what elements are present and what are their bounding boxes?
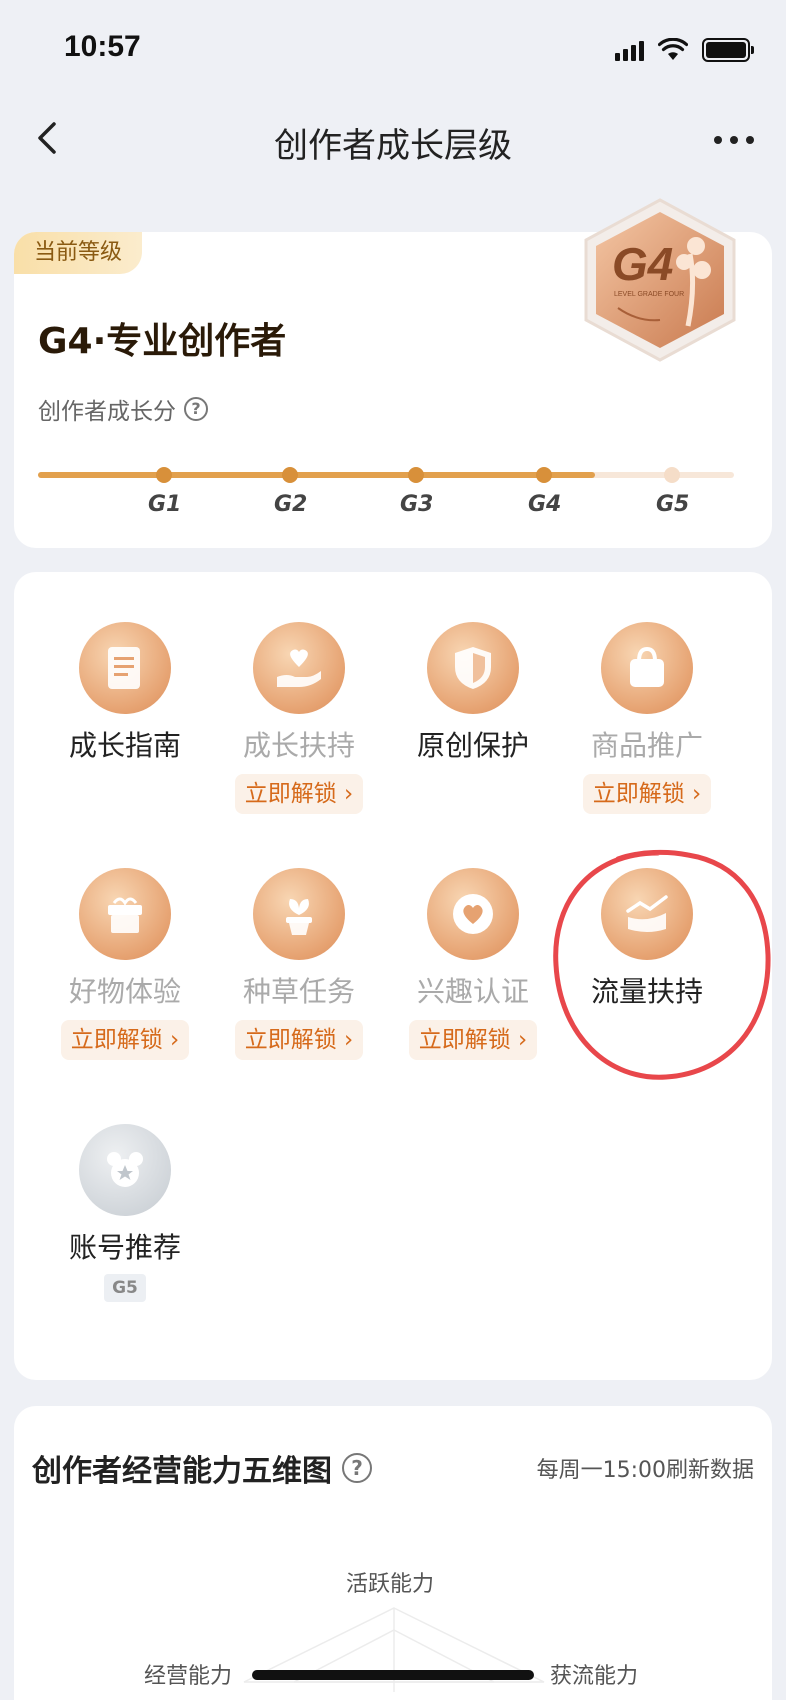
nav-bar: 创作者成长层级: [0, 100, 786, 180]
five-dimension-title: 创作者经营能力五维图 ?: [32, 1446, 372, 1490]
status-bar: 10:57: [0, 0, 786, 100]
level-tick-label: G1: [148, 492, 182, 517]
heart-badge-icon: [427, 868, 519, 960]
plant-pot-icon: [253, 868, 345, 960]
func-growth-guide[interactable]: 成长指南: [40, 622, 210, 764]
wifi-icon: [658, 38, 688, 60]
func-name: 账号推荐: [68, 1231, 181, 1264]
document-icon: [79, 622, 171, 714]
func-name: 成长扶持: [242, 729, 355, 762]
unlock-button[interactable]: 立即解锁 ›: [582, 774, 712, 814]
badge-sub-text: LEVEL GRADE FOUR: [614, 291, 684, 298]
level-tick-label: G4: [528, 492, 562, 517]
func-interest-certification[interactable]: 兴趣认证 立即解锁 ›: [388, 868, 558, 1060]
level-dot-g2: [282, 467, 298, 483]
status-time: 10:57: [64, 30, 141, 63]
level-badge-icon: G4 LEVEL GRADE FOUR: [584, 198, 736, 362]
help-icon[interactable]: ?: [184, 397, 208, 421]
func-product-promotion[interactable]: 商品推广 立即解锁 ›: [562, 622, 732, 814]
level-progress-fill: [38, 472, 595, 478]
level-dot-g3: [408, 467, 424, 483]
func-original-protection[interactable]: 原创保护: [388, 622, 558, 764]
cellular-signal-icon: [615, 39, 644, 61]
level-dot-g5: [664, 467, 680, 483]
level-tick-label: G2: [274, 492, 308, 517]
func-name: 好物体验: [68, 975, 181, 1008]
home-indicator: [252, 1670, 534, 1680]
required-level-tag: G5: [104, 1274, 146, 1302]
func-name: 原创保护: [416, 729, 529, 762]
growth-score-text: 创作者成长分: [38, 399, 176, 425]
shopping-bag-icon: [601, 622, 693, 714]
five-dimension-title-text: 创作者经营能力五维图: [32, 1454, 332, 1489]
level-title: G4·专业创作者: [38, 321, 287, 362]
growth-score-label: 创作者成长分 ?: [38, 392, 208, 426]
heart-hand-icon: [253, 622, 345, 714]
page-title: 创作者成长层级: [274, 126, 512, 166]
unlock-button[interactable]: 立即解锁 ›: [408, 1020, 538, 1060]
level-tick-label: G5: [656, 492, 690, 517]
five-dimension-card: 创作者经营能力五维图 ? 每周一15:00刷新数据 活跃能力 经营能力 获流能力: [14, 1406, 772, 1700]
func-name: 商品推广: [590, 729, 703, 762]
current-level-tag: 当前等级: [14, 232, 143, 274]
func-product-experience[interactable]: 好物体验 立即解锁 ›: [40, 868, 210, 1060]
func-account-recommendation[interactable]: 账号推荐 G5: [40, 1124, 210, 1302]
annotation-circle: [553, 849, 771, 1080]
help-icon[interactable]: ?: [342, 1453, 372, 1483]
func-name: 成长指南: [68, 729, 181, 762]
more-options-icon[interactable]: [714, 136, 754, 144]
unlock-button[interactable]: 立即解锁 ›: [234, 1020, 364, 1060]
level-tick-label: G3: [400, 492, 434, 517]
unlock-button[interactable]: 立即解锁 ›: [234, 774, 364, 814]
status-icons: [615, 38, 754, 62]
unlock-button[interactable]: 立即解锁 ›: [60, 1020, 190, 1060]
func-name: 种草任务: [242, 975, 355, 1008]
shield-icon: [427, 622, 519, 714]
refresh-note: 每周一15:00刷新数据: [536, 1458, 754, 1483]
badge-grade-text: G4: [612, 238, 673, 290]
level-dot-g1: [156, 467, 172, 483]
func-seeding-task[interactable]: 种草任务 立即解锁 ›: [214, 868, 384, 1060]
level-progress-bar: G1 G2 G3 G4 G5: [38, 467, 734, 517]
func-growth-support[interactable]: 成长扶持 立即解锁 ›: [214, 622, 384, 814]
battery-icon: [702, 38, 754, 62]
gift-box-icon: [79, 868, 171, 960]
func-name: 兴趣认证: [416, 975, 529, 1008]
level-dot-g4: [536, 467, 552, 483]
axis-label-activity: 活跃能力: [346, 1572, 435, 1597]
award-medal-icon: [79, 1124, 171, 1216]
